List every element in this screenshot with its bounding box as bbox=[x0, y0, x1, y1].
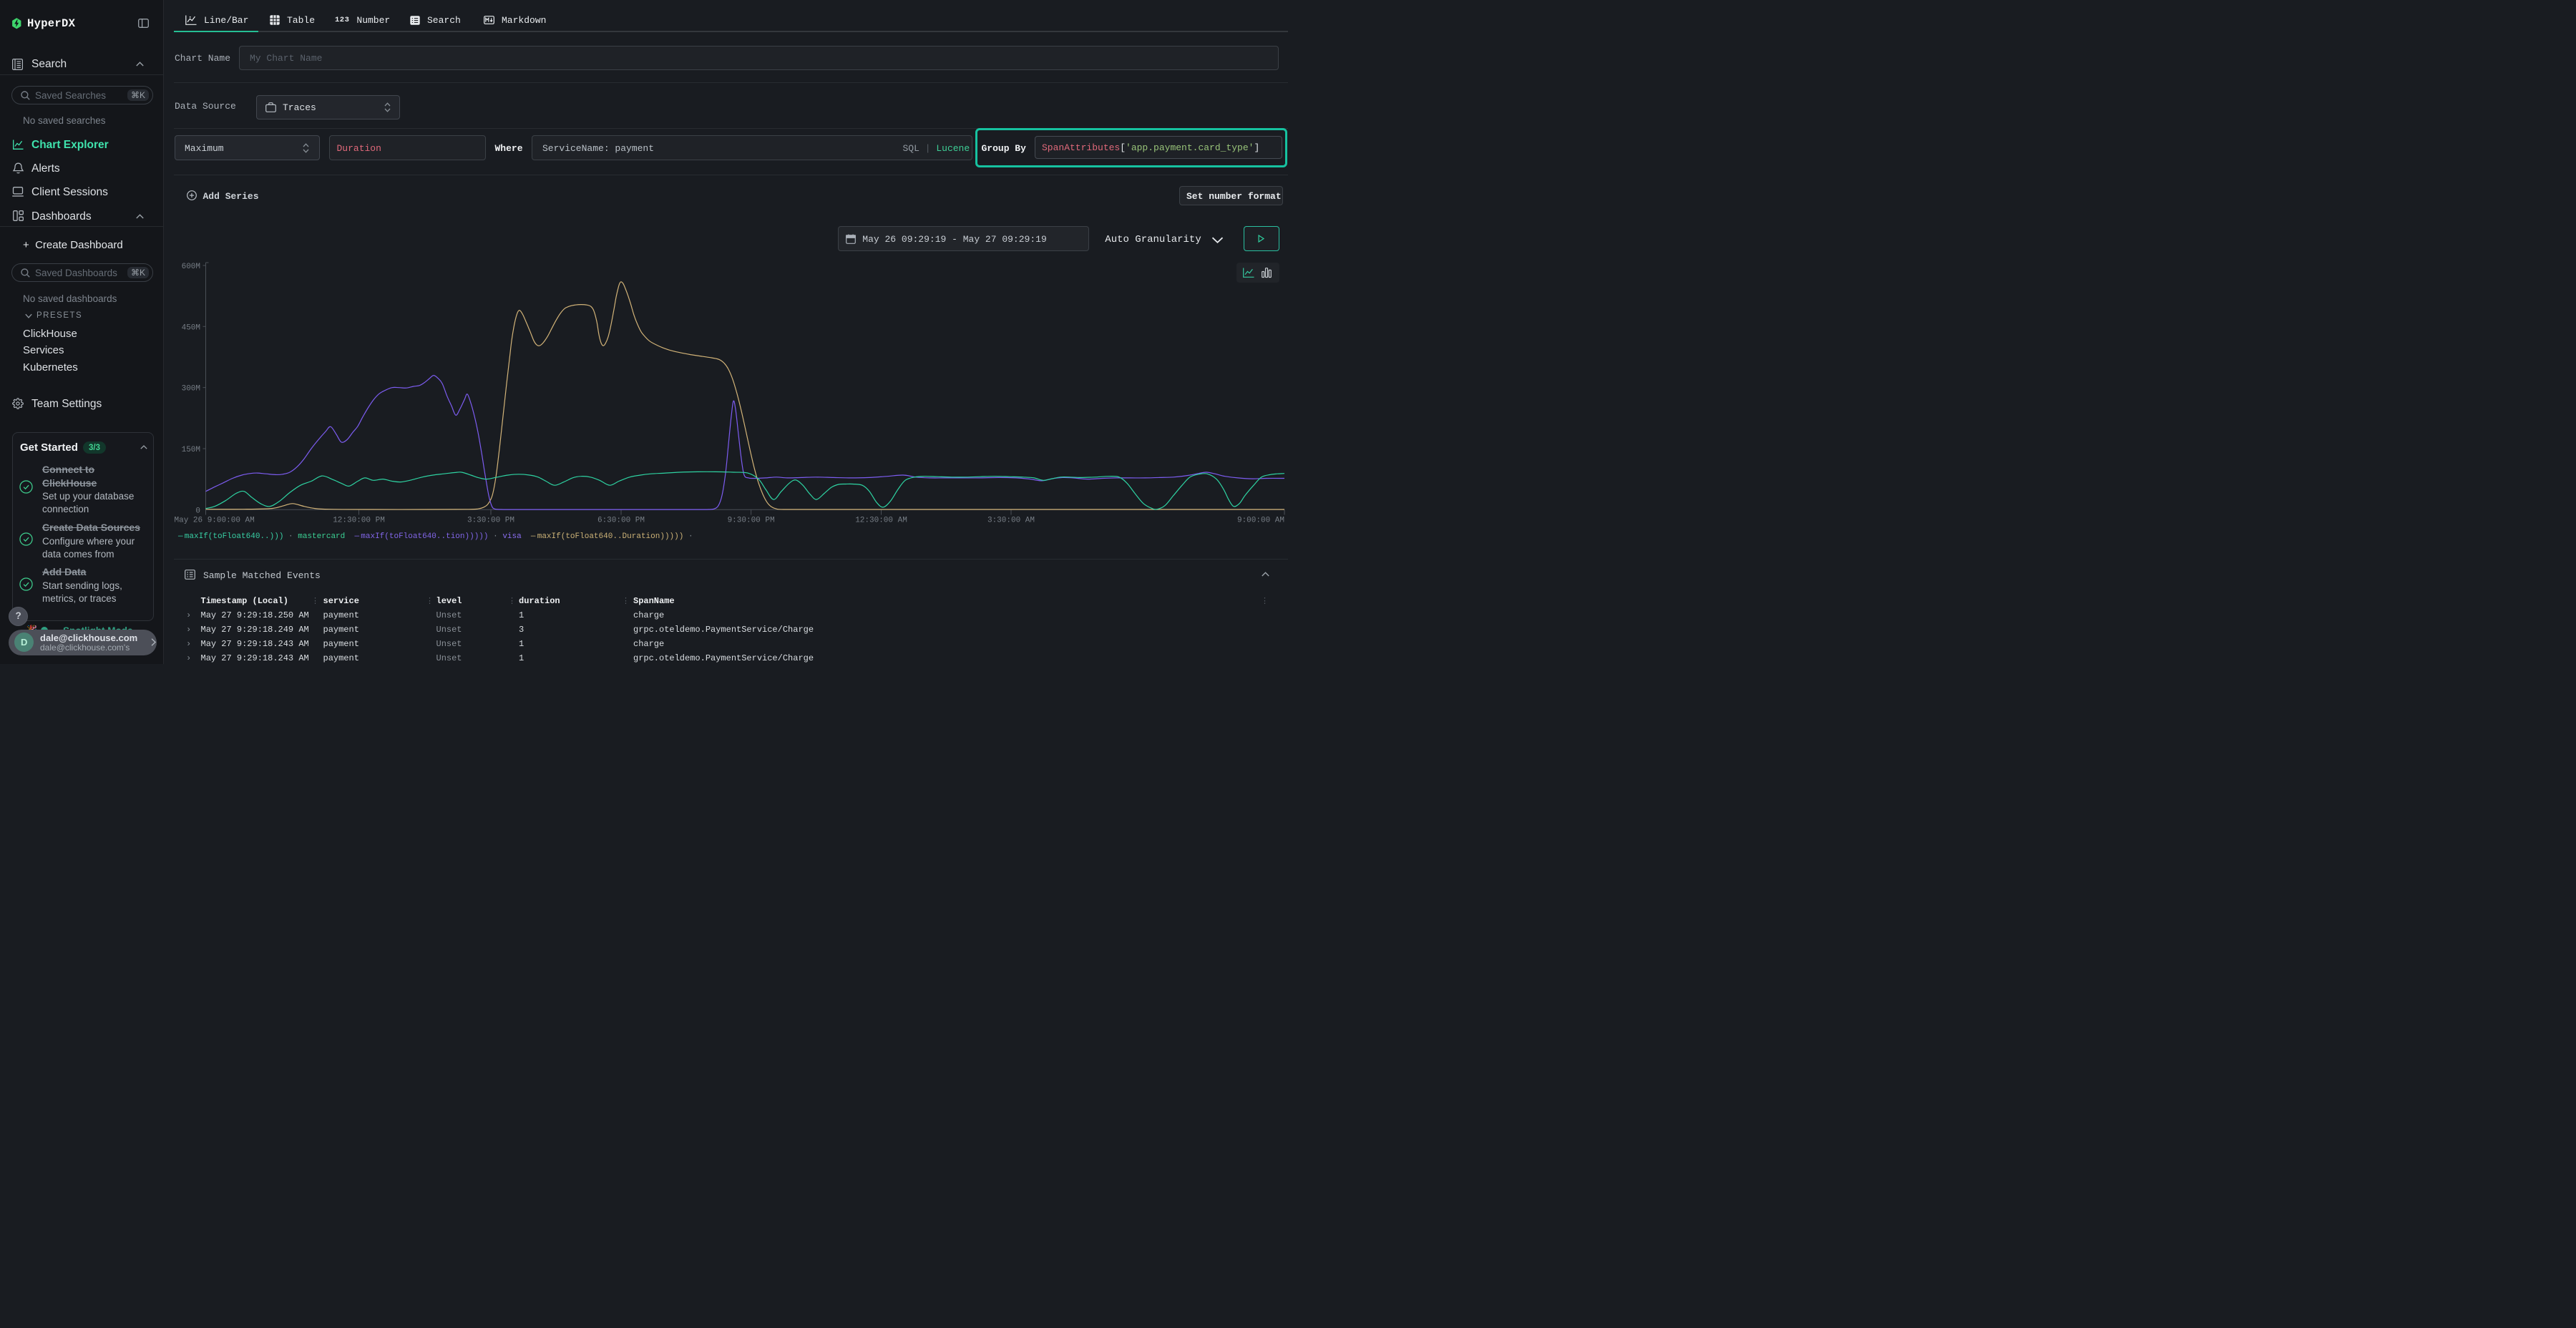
svg-text:9:30:00 PM: 9:30:00 PM bbox=[728, 517, 775, 525]
svg-text:3:30:00 AM: 3:30:00 AM bbox=[987, 517, 1035, 525]
svg-text:3:30:00 PM: 3:30:00 PM bbox=[467, 517, 514, 525]
svg-text:450M: 450M bbox=[182, 323, 200, 332]
svg-text:600M: 600M bbox=[182, 263, 200, 271]
svg-text:300M: 300M bbox=[182, 385, 200, 394]
svg-text:6:30:00 PM: 6:30:00 PM bbox=[597, 517, 645, 525]
svg-text:12:30:00 AM: 12:30:00 AM bbox=[855, 517, 907, 525]
svg-text:12:30:00 PM: 12:30:00 PM bbox=[333, 517, 385, 525]
svg-text:150M: 150M bbox=[182, 446, 200, 454]
svg-text:0: 0 bbox=[195, 507, 200, 515]
svg-text:9:00:00 AM: 9:00:00 AM bbox=[1237, 517, 1284, 525]
svg-text:May 26 9:00:00 AM: May 26 9:00:00 AM bbox=[175, 517, 255, 525]
